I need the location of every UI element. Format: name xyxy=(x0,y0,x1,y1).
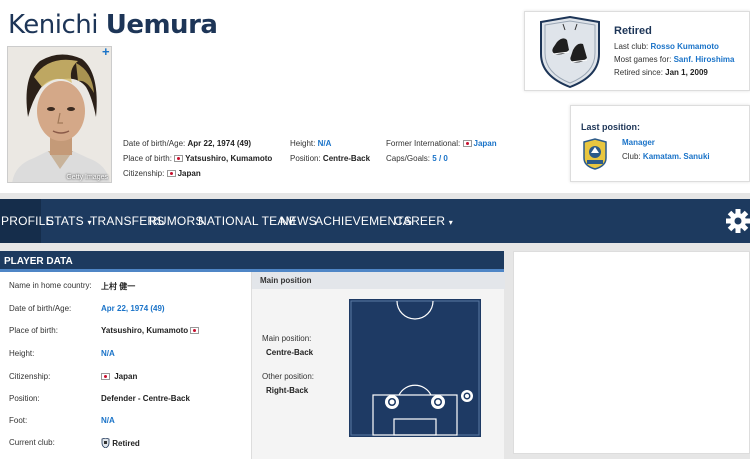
citizenship-value: Japan xyxy=(177,169,201,178)
last-club-link[interactable]: Rosso Kumamoto xyxy=(650,42,718,51)
add-photo-icon[interactable]: + xyxy=(102,44,110,59)
last-club-label-2: Club: xyxy=(622,152,641,161)
tab-career[interactable]: CAREER ▾ xyxy=(394,199,453,243)
tab-news[interactable]: NEWS xyxy=(280,199,317,243)
pob-value: Yatsushiro, Kumamoto xyxy=(185,154,273,163)
last-position-box: Last position: Manager Club: Kamatam. Sa… xyxy=(570,105,750,182)
row-label: Foot: xyxy=(9,416,28,425)
club-crest-icon[interactable] xyxy=(581,138,609,170)
current-club-value[interactable]: Retired xyxy=(101,437,140,449)
most-games-link[interactable]: Sanf. Hiroshima xyxy=(674,55,735,64)
last-position-title: Last position: xyxy=(581,122,640,132)
gear-icon[interactable] xyxy=(720,206,750,236)
height-link[interactable]: N/A xyxy=(101,349,115,358)
row-label: Position: xyxy=(9,394,40,403)
pob-text: Yatsushiro, Kumamoto xyxy=(101,326,189,335)
row-value: Japan xyxy=(101,372,137,381)
japan-flag-icon xyxy=(166,170,176,177)
row-label: Name in home country: xyxy=(9,281,92,290)
row-label: Place of birth: xyxy=(9,326,58,335)
row-value: Yatsushiro, Kumamoto xyxy=(101,326,201,335)
row-label: Height: xyxy=(9,349,35,358)
position-pitch xyxy=(349,299,481,437)
retired-title: Retired xyxy=(614,25,652,37)
position-value: Centre-Back xyxy=(322,154,371,163)
former-international-link[interactable]: Japan xyxy=(474,139,497,148)
tab-stats-label: STATS xyxy=(46,214,84,228)
retired-since-label: Retired since: xyxy=(614,68,663,77)
header-facts-col-3: Former International: Japan Caps/Goals: … xyxy=(386,136,497,166)
row-label: Citizenship: xyxy=(9,372,51,381)
row-value: Defender - Centre-Back xyxy=(101,394,190,403)
last-position-club-link[interactable]: Kamatam. Sanuki xyxy=(643,152,710,161)
former-international-label: Former International: xyxy=(386,139,461,148)
height-value[interactable]: N/A xyxy=(318,139,332,148)
main-position-panel: Main position Main position: Centre-Back… xyxy=(251,272,505,459)
header-facts-col-1: Date of birth/Age: Apr 22, 1974 (49) Pla… xyxy=(123,136,272,181)
citizenship-text: Japan xyxy=(114,372,138,381)
side-panel xyxy=(513,251,750,454)
tab-career-label: CAREER xyxy=(394,214,446,228)
retired-since-value: Jan 1, 2009 xyxy=(665,68,708,77)
main-position-label: Main position: xyxy=(262,334,312,343)
japan-flag-icon xyxy=(174,155,184,162)
player-first-name: Kenichi xyxy=(8,10,98,40)
chevron-down-icon: ▾ xyxy=(448,218,453,227)
foot-link[interactable]: N/A xyxy=(101,416,115,425)
tab-rumors[interactable]: RUMORS xyxy=(149,199,204,243)
position-marker-centre-back-right xyxy=(431,395,445,409)
dob-link[interactable]: Apr 22, 1974 (49) xyxy=(101,304,165,313)
position-label: Position: xyxy=(290,154,321,163)
row-label: Current club: xyxy=(9,438,55,447)
other-position-value: Right-Back xyxy=(266,386,309,395)
player-portrait xyxy=(8,47,111,182)
main-position-heading: Main position xyxy=(252,272,505,289)
height-label: Height: xyxy=(290,139,316,148)
current-club-text: Retired xyxy=(112,439,140,448)
player-name: Kenichi Uemura xyxy=(8,10,218,40)
tab-profile[interactable]: PROFILE xyxy=(0,199,54,243)
player-data-heading: PLAYER DATA xyxy=(0,251,504,272)
japan-flag-icon xyxy=(101,373,110,380)
last-role-link[interactable]: Manager xyxy=(622,138,655,147)
main-nav: PROFILE STATS ▾ TRANSFERS RUMORS NATIONA… xyxy=(0,199,750,243)
retired-shield-icon xyxy=(101,437,110,449)
header-facts-col-2: Height: N/A Position: Centre-Back xyxy=(290,136,370,166)
photo-credit: Getty Images xyxy=(66,174,108,181)
player-last-name: Uemura xyxy=(105,10,218,40)
japan-flag-icon xyxy=(462,140,472,147)
main-position-value: Centre-Back xyxy=(266,348,314,357)
row-label: Date of birth/Age: xyxy=(9,304,72,313)
most-games-label: Most games for: xyxy=(614,55,672,64)
dob-value: Apr 22, 1974 (49) xyxy=(187,139,252,148)
citizenship-label: Citizenship: xyxy=(123,169,165,178)
last-club-label: Last club: xyxy=(614,42,649,51)
position-marker-centre-back-left xyxy=(385,395,399,409)
japan-flag-icon xyxy=(190,327,200,334)
dob-label: Date of birth/Age: xyxy=(123,139,186,148)
pob-label: Place of birth: xyxy=(123,154,172,163)
retired-shield-icon xyxy=(540,16,600,88)
tab-stats[interactable]: STATS ▾ xyxy=(46,199,92,243)
position-marker-right-back xyxy=(461,390,473,402)
retired-box: Retired Last club: Rosso Kumamoto Most g… xyxy=(524,11,750,91)
caps-label: Caps/Goals: xyxy=(386,154,431,163)
caps-value-link[interactable]: 5 / 0 xyxy=(432,154,448,163)
row-value: 上村 健一 xyxy=(101,282,136,291)
player-photo[interactable]: Getty Images xyxy=(7,46,112,183)
other-position-label: Other position: xyxy=(262,372,315,381)
